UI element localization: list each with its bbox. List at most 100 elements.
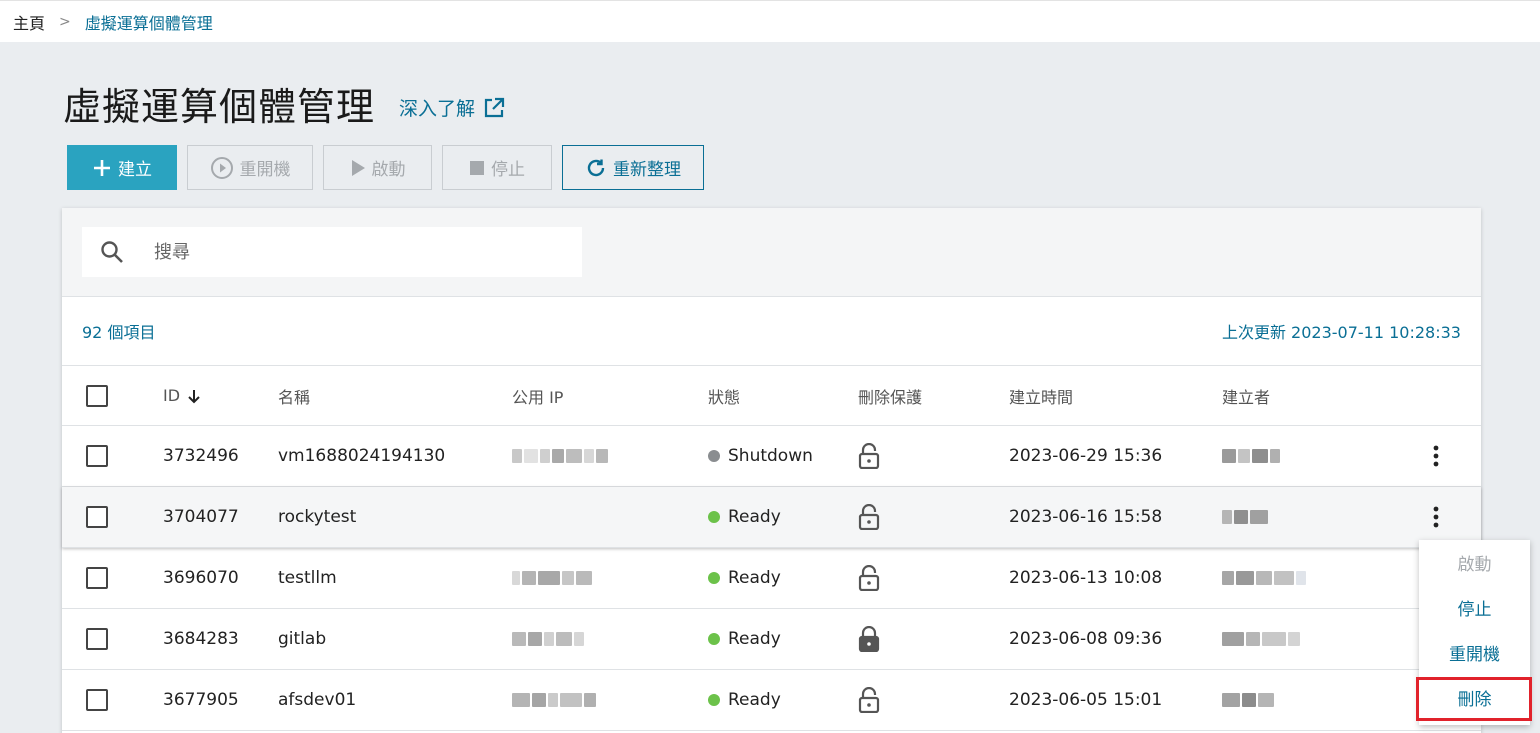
- menu-item-restart[interactable]: 重開機: [1419, 630, 1530, 675]
- row-actions-button[interactable]: [1432, 487, 1440, 547]
- breadcrumb: 主頁 > 虛擬運算個體管理: [0, 0, 1540, 42]
- stop-label: 停止: [491, 160, 525, 180]
- table-row[interactable]: 3677905 afsdev01 Ready 2023-06-05 15:01: [62, 670, 1481, 731]
- lock-open-icon[interactable]: [858, 687, 880, 713]
- redacted-ip: [512, 693, 596, 707]
- cell-created: 2023-06-16 15:58: [1009, 507, 1163, 527]
- refresh-icon: [587, 159, 605, 176]
- learn-more-label: 深入了解: [399, 98, 476, 120]
- more-vertical-icon[interactable]: [1432, 445, 1440, 467]
- breadcrumb-current[interactable]: 虛擬運算個體管理: [85, 10, 213, 34]
- column-header-id-label: ID: [163, 386, 181, 405]
- table-row[interactable]: 3732496 vm1688024194130 Shutdown 2023-06-29…: [62, 426, 1481, 487]
- lock-closed-icon[interactable]: [858, 626, 880, 652]
- status-dot-icon: [708, 450, 720, 462]
- status-dot-icon: [708, 511, 720, 523]
- redacted-ip: [512, 632, 584, 646]
- redacted-creator: [1222, 632, 1300, 646]
- cell-id: 3696070: [163, 568, 239, 588]
- select-all-checkbox[interactable]: [86, 384, 108, 407]
- breadcrumb-home-link[interactable]: 主頁: [13, 10, 45, 34]
- menu-item-start[interactable]: 啟動: [1419, 540, 1530, 585]
- redacted-creator: [1222, 449, 1280, 463]
- table-row[interactable]: 3704077 rockytest Ready 2023-06-16 15:58: [62, 487, 1481, 548]
- cell-id: 3732496: [163, 446, 239, 466]
- column-header-creator[interactable]: 建立者: [1222, 366, 1270, 425]
- status-cell: Ready: [708, 487, 781, 547]
- restart-button[interactable]: 重開機: [187, 145, 313, 190]
- cell-name[interactable]: gitlab: [278, 609, 326, 669]
- status-dot-icon: [708, 694, 720, 706]
- search-area: [62, 208, 1481, 297]
- instances-panel: 92 個項目 上次更新 2023-07-11 10:28:33 ID 名稱 公用…: [62, 208, 1481, 733]
- lock-open-icon[interactable]: [858, 443, 880, 469]
- row-checkbox[interactable]: [86, 506, 108, 528]
- status-text: Ready: [728, 629, 781, 649]
- restart-label: 重開機: [239, 160, 291, 180]
- meta-row: 92 個項目 上次更新 2023-07-11 10:28:33: [62, 297, 1481, 366]
- status-text: Ready: [728, 568, 781, 588]
- cell-created: 2023-06-29 15:36: [1009, 446, 1163, 466]
- status-dot-icon: [708, 633, 720, 645]
- sort-down-icon: [188, 389, 200, 403]
- cell-id: 3684283: [163, 629, 239, 649]
- external-link-icon: [484, 97, 505, 117]
- start-button[interactable]: 啟動: [323, 145, 432, 190]
- table-body: 3732496 vm1688024194130 Shutdown 2023-06-29…: [62, 426, 1481, 731]
- column-header-ip[interactable]: 公用 IP: [512, 366, 563, 425]
- redacted-ip: [512, 449, 608, 463]
- redacted-ip: [512, 571, 592, 585]
- breadcrumb-separator: >: [59, 13, 71, 30]
- row-checkbox[interactable]: [86, 628, 108, 650]
- lock-open-icon[interactable]: [858, 565, 880, 591]
- column-header-created[interactable]: 建立時間: [1009, 366, 1073, 425]
- status-cell: Ready: [708, 609, 781, 669]
- play-circle-icon: [210, 156, 233, 179]
- search-input[interactable]: [154, 241, 534, 263]
- row-checkbox[interactable]: [86, 445, 108, 467]
- column-header-name[interactable]: 名稱: [278, 366, 310, 425]
- play-icon: [351, 159, 365, 176]
- cell-name[interactable]: vm1688024194130: [278, 426, 445, 486]
- status-cell: Shutdown: [708, 426, 813, 486]
- learn-more-link[interactable]: 深入了解: [399, 94, 505, 121]
- row-action-menu: 啟動 停止 重開機 刪除: [1419, 540, 1530, 725]
- cell-id: 3704077: [163, 507, 239, 527]
- column-header-protect[interactable]: 刪除保護: [858, 366, 922, 425]
- cell-name[interactable]: afsdev01: [278, 670, 356, 730]
- plus-icon: [94, 159, 110, 176]
- menu-item-stop[interactable]: 停止: [1419, 585, 1530, 630]
- create-button[interactable]: 建立: [67, 145, 177, 190]
- item-count: 92 個項目: [82, 323, 156, 342]
- table-row[interactable]: 3684283 gitlab Ready 2023-06-08 09:36: [62, 609, 1481, 670]
- stop-button[interactable]: 停止: [442, 145, 552, 190]
- refresh-button[interactable]: 重新整理: [562, 145, 704, 190]
- redacted-creator: [1222, 571, 1306, 585]
- cell-name[interactable]: testllm: [278, 548, 337, 608]
- column-header-status[interactable]: 狀態: [708, 366, 740, 425]
- status-text: Ready: [728, 690, 781, 710]
- status-cell: Ready: [708, 670, 781, 730]
- cell-name[interactable]: rockytest: [278, 487, 356, 547]
- last-update: 上次更新 2023-07-11 10:28:33: [1221, 323, 1461, 342]
- menu-item-delete[interactable]: 刪除: [1419, 675, 1530, 720]
- toolbar: 建立 重開機 啟動 停止 重新整理: [67, 145, 704, 190]
- column-header-id[interactable]: ID: [163, 366, 202, 425]
- search-box[interactable]: [82, 227, 582, 277]
- title-row: 虛擬運算個體管理 深入了解: [63, 76, 505, 131]
- lock-open-icon[interactable]: [858, 504, 880, 530]
- row-checkbox[interactable]: [86, 689, 108, 711]
- create-label: 建立: [118, 160, 152, 180]
- table-row[interactable]: 3696070 testllm Ready 2023-06-13 10:08: [62, 548, 1481, 609]
- stop-icon: [470, 160, 484, 175]
- row-actions-button[interactable]: [1432, 426, 1440, 486]
- redacted-creator: [1222, 510, 1268, 524]
- page-title: 虛擬運算個體管理: [63, 85, 376, 129]
- status-text: Ready: [728, 507, 781, 527]
- cell-created: 2023-06-05 15:01: [1009, 690, 1163, 710]
- status-dot-icon: [708, 572, 720, 584]
- row-checkbox[interactable]: [86, 567, 108, 589]
- table-header: ID 名稱 公用 IP 狀態 刪除保護 建立時間 建立者: [62, 366, 1481, 426]
- more-vertical-icon[interactable]: [1432, 506, 1440, 528]
- start-label: 啟動: [371, 160, 406, 180]
